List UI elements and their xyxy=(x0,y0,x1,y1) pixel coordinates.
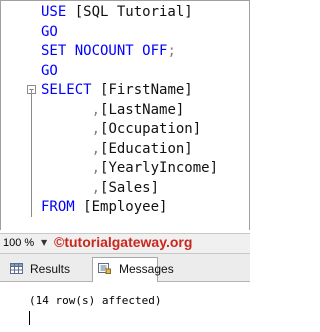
sql-identifier: [SQL Tutorial] xyxy=(74,4,193,20)
query-editor[interactable]: − USE [SQL Tutorial]GOSET NOCOUNT OFF;GO… xyxy=(0,0,250,230)
sql-punctuation: ; xyxy=(167,43,176,59)
fold-guide-line xyxy=(31,89,32,217)
code-line: ,[Sales] xyxy=(41,178,159,198)
watermark: ©tutorialgateway.org xyxy=(54,234,193,250)
sql-punctuation: , xyxy=(41,179,101,196)
code-line: USE [SQL Tutorial] xyxy=(41,2,193,22)
sql-identifier: [LastName] xyxy=(100,101,185,118)
results-tabbar: Results Messages xyxy=(0,254,250,282)
code-line: ,[LastName] xyxy=(41,100,185,120)
zoom-dropdown-arrow-icon[interactable]: ▼ xyxy=(41,237,47,249)
sql-identifier: [YearlyIncome] xyxy=(100,160,219,176)
sql-identifier: [Occupation] xyxy=(100,121,202,137)
code-line: ,[Occupation] xyxy=(41,119,202,139)
code-line: GO xyxy=(41,61,58,81)
sql-keyword: GO xyxy=(41,62,58,79)
code-line: ,[Education] xyxy=(41,139,193,159)
text-caret xyxy=(29,311,30,325)
code-line: SELECT [FirstName] xyxy=(41,80,193,100)
messages-pane[interactable]: (14 row(s) affected) xyxy=(0,282,250,332)
sql-punctuation: , xyxy=(41,101,101,118)
sql-punctuation: , xyxy=(41,160,101,176)
sql-identifier: [Employee] xyxy=(83,199,168,215)
zoom-bar: 100 % ▼ ©tutorialgateway.org xyxy=(0,233,250,254)
messages-icon xyxy=(98,263,111,274)
code-line: FROM [Employee] xyxy=(41,197,167,217)
code-line: ,[YearlyIncome] xyxy=(41,158,218,178)
tab-results-label: Results xyxy=(30,262,71,276)
tab-messages-label: Messages xyxy=(119,262,174,276)
tab-messages[interactable]: Messages xyxy=(92,257,174,282)
sql-keyword: GO xyxy=(41,23,58,40)
sql-keyword: SELECT xyxy=(41,82,101,98)
sql-keyword: FROM xyxy=(41,199,84,215)
sql-punctuation: , xyxy=(41,140,101,157)
sql-keyword: USE xyxy=(41,4,75,20)
tab-results[interactable]: Results xyxy=(6,258,88,280)
sql-identifier: [FirstName] xyxy=(100,82,193,98)
code-line: SET NOCOUNT OFF; xyxy=(41,41,176,61)
code-line: GO xyxy=(41,22,58,42)
sql-punctuation: , xyxy=(41,121,101,137)
sql-identifier: [Education] xyxy=(100,140,193,157)
sql-identifier: [Sales] xyxy=(100,179,160,196)
message-text: (14 row(s) affected) xyxy=(29,294,162,307)
results-grid-icon xyxy=(10,263,23,274)
sql-keyword: SET NOCOUNT OFF xyxy=(41,43,168,59)
zoom-level[interactable]: 100 % xyxy=(3,235,34,251)
